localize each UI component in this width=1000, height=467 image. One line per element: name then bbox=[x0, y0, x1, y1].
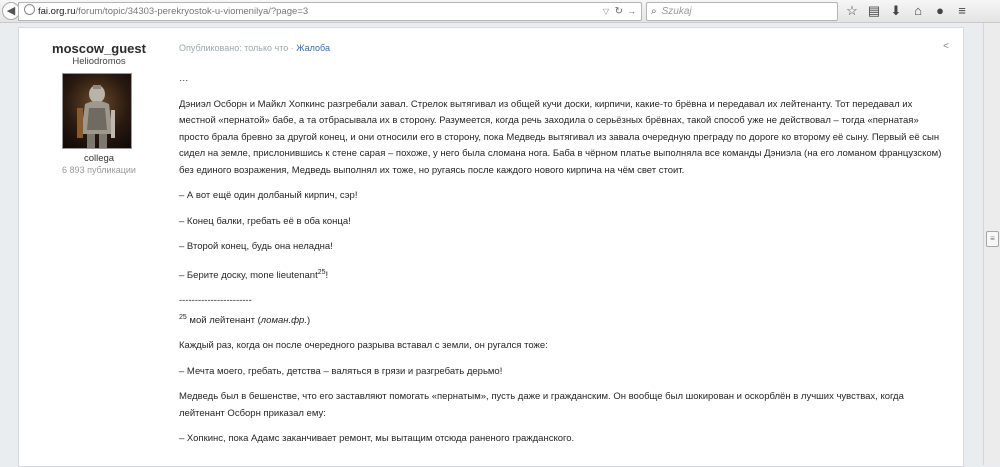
url-bar[interactable]: fai.org.ru/forum/topic/34303-perekryosto… bbox=[18, 2, 642, 21]
footnote-close: ) bbox=[306, 314, 311, 326]
star-icon[interactable]: ☆ bbox=[844, 3, 860, 19]
search-placeholder: Szukaj bbox=[661, 6, 692, 17]
footnote-italic: ломан.фр. bbox=[260, 314, 307, 326]
go-icon[interactable]: → bbox=[627, 3, 636, 20]
search-input[interactable]: ⌕ Szukaj bbox=[646, 2, 838, 21]
reload-icon[interactable]: ↻ bbox=[615, 3, 623, 20]
paragraph: – Конец балки, гребать её в оба конца! bbox=[179, 215, 351, 227]
paragraph-quote: – Берите доску, mone lieutenant25! bbox=[179, 265, 949, 285]
footnote-text: мой лейтенант ( bbox=[186, 314, 261, 326]
author-title: Heliodromos bbox=[72, 56, 126, 67]
paragraph: … bbox=[179, 73, 189, 84]
paragraph: – Хопкинс, пока Адамс заканчивает ремонт… bbox=[179, 433, 575, 445]
avatar[interactable] bbox=[62, 73, 132, 149]
browser-toolbar: ◀ fai.org.ru/forum/topic/34303-perekryos… bbox=[0, 0, 1000, 23]
paragraph: – А вот ещё один долбаный кирпич, сэр! bbox=[179, 190, 358, 201]
scroll-thumb[interactable]: ≡ bbox=[986, 231, 999, 247]
quote-text: – Берите доску, mone lieutenant bbox=[179, 269, 318, 281]
url-dropdown-icon[interactable]: ▽ bbox=[603, 3, 609, 20]
author-name[interactable]: moscow_guest bbox=[19, 41, 179, 56]
paragraph: – Второй конец, будь она неладна! bbox=[179, 241, 333, 252]
paragraph: – Мечта моего, гребать, детства – валять… bbox=[179, 365, 503, 377]
download-icon[interactable]: ⬇ bbox=[888, 3, 904, 19]
footnote: 25 мой лейтенант (ломан.фр.) bbox=[179, 310, 949, 330]
url-path: /forum/topic/34303-perekryostok-u-viomen… bbox=[75, 6, 309, 17]
home-icon[interactable]: ⌂ bbox=[910, 3, 926, 19]
share-icon[interactable]: < bbox=[943, 41, 949, 52]
paragraph: Каждый раз, когда он после очередного ра… bbox=[179, 340, 548, 352]
url-host: fai.org.ru bbox=[38, 6, 76, 17]
post-meta: Опубликовано: только что · Жалоба bbox=[179, 43, 330, 53]
scrollbar[interactable]: ≡ bbox=[983, 23, 1000, 465]
reading-list-icon[interactable]: ▤ bbox=[866, 3, 882, 19]
footnote-rule: ----------------------- bbox=[179, 295, 252, 307]
footnote-ref: 25 bbox=[317, 268, 326, 276]
quote-end: ! bbox=[325, 269, 329, 281]
author-rank: collega bbox=[83, 153, 115, 164]
footnote-number: 25 bbox=[179, 313, 187, 321]
paragraph: Дэниэл Осборн и Майкл Хопкинс разгребали… bbox=[179, 98, 942, 176]
post-body: … Дэниэл Осборн и Майкл Хопкинс разгреба… bbox=[179, 71, 949, 457]
globe-icon bbox=[24, 4, 35, 15]
post-date: Опубликовано: только что · bbox=[179, 43, 297, 53]
author-post-count: 6 893 публикации bbox=[62, 165, 136, 175]
chat-icon[interactable]: ● bbox=[932, 3, 948, 19]
knight-icon bbox=[77, 85, 115, 148]
paragraph: Медведь был в бешенстве, что его заставл… bbox=[179, 391, 904, 419]
forum-post: moscow_guest Heliodromos collega 6 893 п… bbox=[18, 27, 964, 467]
search-icon: ⌕ bbox=[651, 6, 657, 17]
report-link[interactable]: Жалоба bbox=[296, 43, 330, 53]
menu-icon[interactable]: ≡ bbox=[954, 3, 970, 19]
